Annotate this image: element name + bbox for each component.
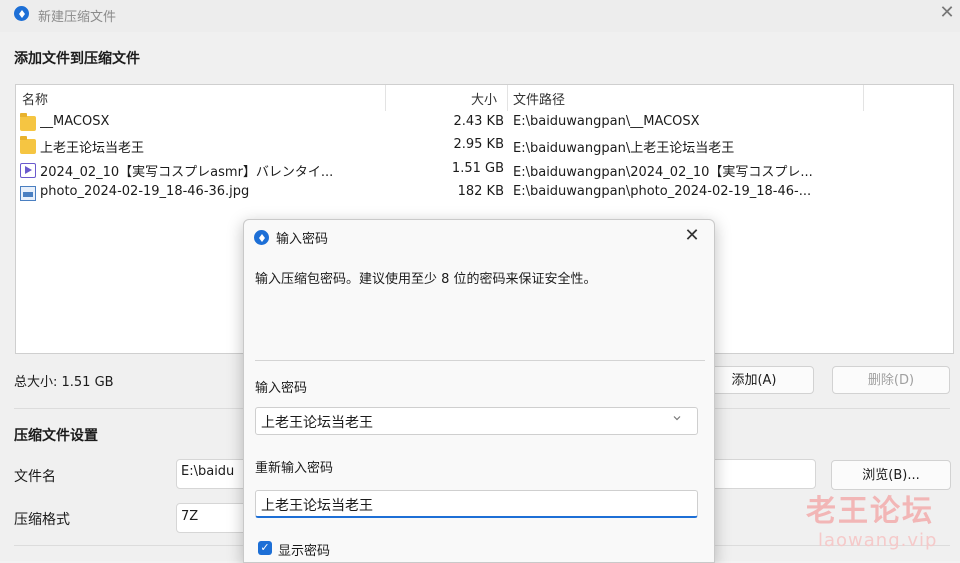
format-label: 压缩格式 xyxy=(14,512,70,528)
password-label: 输入密码 xyxy=(255,381,308,396)
column-divider[interactable] xyxy=(385,85,386,111)
file-name: 2024_02_10【実写コスプレasmr】バレンタイ... xyxy=(40,165,334,180)
file-name: 上老王论坛当老王 xyxy=(40,141,145,156)
delete-button[interactable]: 删除(D) xyxy=(832,366,950,394)
file-row[interactable]: photo_2024-02-19_18-46-36.jpg 182 KB E:\… xyxy=(16,182,953,206)
close-icon[interactable]: ✕ xyxy=(936,2,958,24)
add-files-heading: 添加文件到压缩文件 xyxy=(14,51,140,67)
file-size: 2.95 KB xyxy=(453,137,504,152)
window-title: 新建压缩文件 xyxy=(38,10,117,25)
password-dialog: 输入密码 ✕ 输入压缩包密码。建议使用至少 8 位的密码来保证安全性。 输入密码… xyxy=(243,219,715,563)
archive-settings-heading: 压缩文件设置 xyxy=(14,428,98,444)
filename-label: 文件名 xyxy=(14,469,56,485)
file-path: E:\baiduwangpan\2024_02_10【実写コスプレ... xyxy=(513,165,813,180)
watermark-url: laowang.vip xyxy=(818,530,938,551)
show-password-checkbox[interactable]: ✓ xyxy=(258,541,272,555)
file-size: 2.43 KB xyxy=(453,114,504,129)
folder-icon xyxy=(20,113,36,131)
column-header-size[interactable]: 大小 xyxy=(471,89,497,108)
column-header-name[interactable]: 名称 xyxy=(22,89,48,108)
file-row[interactable]: 上老王论坛当老王 2.95 KB E:\baiduwangpan\上老王论坛当老… xyxy=(16,135,953,159)
confirm-password-input[interactable]: 上老王论坛当老王 xyxy=(255,490,698,518)
file-path: E:\baiduwangpan\photo_2024-02-19_18-46-.… xyxy=(513,184,812,199)
chevron-down-icon[interactable] xyxy=(672,413,686,427)
app-logo-icon xyxy=(254,230,269,245)
folder-icon xyxy=(20,136,36,154)
file-name: photo_2024-02-19_18-46-36.jpg xyxy=(40,184,250,199)
file-path: E:\baiduwangpan\上老王论坛当老王 xyxy=(513,141,735,156)
dialog-description: 输入压缩包密码。建议使用至少 8 位的密码来保证安全性。 xyxy=(255,272,597,287)
close-icon[interactable]: ✕ xyxy=(680,224,704,248)
total-size: 总大小: 1.51 GB xyxy=(14,375,114,390)
column-divider[interactable] xyxy=(507,85,508,111)
dialog-title: 输入密码 xyxy=(276,232,329,247)
file-row[interactable]: __MACOSX 2.43 KB E:\baiduwangpan\__MACOS… xyxy=(16,112,953,136)
column-header-path[interactable]: 文件路径 xyxy=(513,89,565,108)
file-size: 1.51 GB xyxy=(451,161,504,176)
show-password-label[interactable]: 显示密码 xyxy=(278,540,330,559)
app-logo-icon xyxy=(14,6,29,21)
password-input[interactable]: 上老王论坛当老王 xyxy=(255,407,698,435)
divider xyxy=(255,360,705,361)
image-file-icon xyxy=(20,186,36,201)
file-path: E:\baiduwangpan\__MACOSX xyxy=(513,114,700,129)
title-bar: 新建压缩文件 ✕ xyxy=(0,0,960,32)
file-size: 182 KB xyxy=(457,184,504,199)
file-row[interactable]: 2024_02_10【実写コスプレasmr】バレンタイ... 1.51 GB E… xyxy=(16,159,953,183)
column-divider[interactable] xyxy=(863,85,864,111)
video-file-icon xyxy=(20,163,36,178)
confirm-password-label: 重新输入密码 xyxy=(255,461,334,476)
watermark-text: 老王论坛 xyxy=(806,494,934,529)
file-name: __MACOSX xyxy=(40,114,110,129)
